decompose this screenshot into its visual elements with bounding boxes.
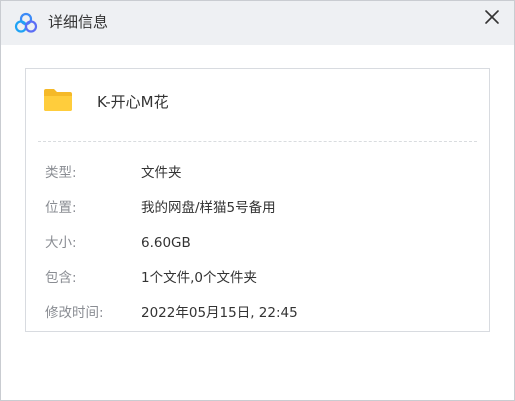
detail-row-modified: 修改时间: 2022年05月15日, 22:45 bbox=[26, 303, 489, 323]
details-panel: K-开心M花 类型: 文件夹 位置: 我的网盘/样猫5号备用 大小: 6.60G… bbox=[25, 68, 490, 332]
baidu-netdisk-logo-icon bbox=[14, 12, 38, 33]
location-value: 我的网盘/样猫5号备用 bbox=[141, 200, 276, 216]
detail-row-location: 位置: 我的网盘/样猫5号备用 bbox=[26, 198, 489, 218]
title-bar: 详细信息 bbox=[1, 1, 514, 45]
details-dialog: 详细信息 K-开心M花 类型: 文件夹 位置: 我的网盘/样猫5号备用 大小: … bbox=[0, 0, 515, 401]
folder-icon bbox=[44, 89, 72, 111]
type-value: 文件夹 bbox=[141, 165, 182, 181]
location-label: 位置: bbox=[45, 200, 77, 216]
detail-row-type: 类型: 文件夹 bbox=[26, 163, 489, 183]
modified-value: 2022年05月15日, 22:45 bbox=[141, 305, 298, 321]
contains-value: 1个文件,0个文件夹 bbox=[141, 270, 257, 286]
size-label: 大小: bbox=[45, 235, 77, 251]
dialog-title: 详细信息 bbox=[48, 13, 109, 31]
contains-label: 包含: bbox=[45, 270, 77, 286]
detail-row-size: 大小: 6.60GB bbox=[26, 233, 489, 253]
divider bbox=[38, 141, 477, 142]
type-label: 类型: bbox=[45, 165, 77, 181]
detail-row-contains: 包含: 1个文件,0个文件夹 bbox=[26, 268, 489, 288]
close-icon[interactable] bbox=[480, 5, 504, 29]
size-value: 6.60GB bbox=[141, 235, 191, 251]
modified-label: 修改时间: bbox=[45, 305, 104, 321]
file-name: K-开心M花 bbox=[97, 93, 169, 111]
